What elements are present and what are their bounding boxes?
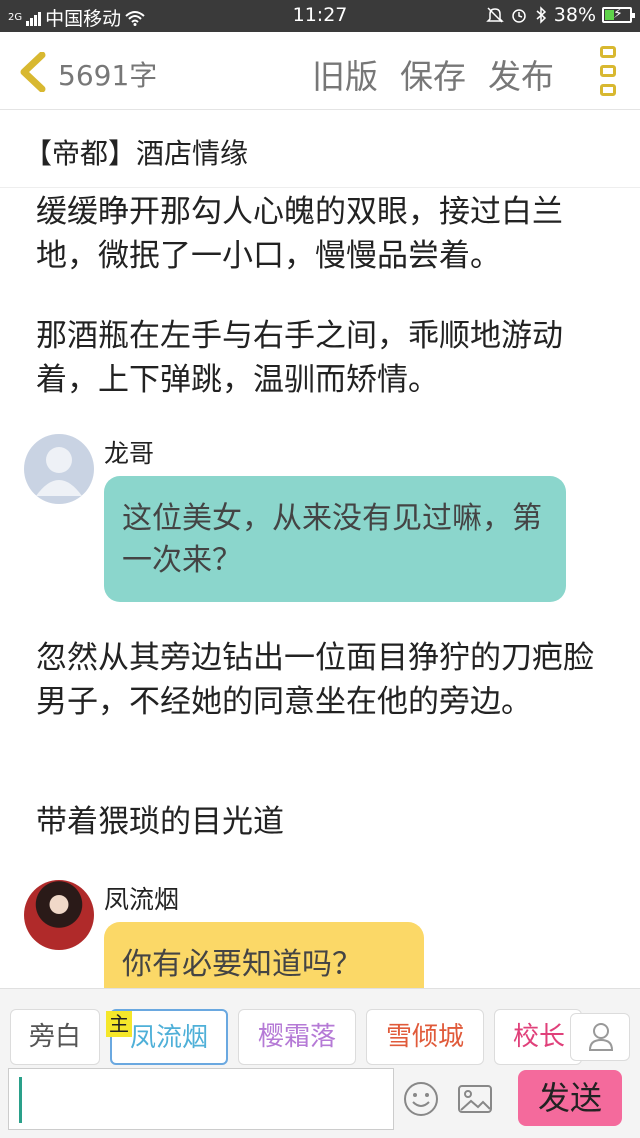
character-label: 雪倾城 [385,1022,464,1052]
back-chevron-icon[interactable] [16,52,48,92]
character-label: 校长 [513,1022,566,1052]
main-character-tag: 主 [106,1011,132,1037]
emoji-icon[interactable] [402,1080,440,1118]
paragraph-2: 那酒瓶在左手与右手之间，乖顺地游动着，上下弹跳，温驯而矫情。 [36,318,563,398]
character-label: 凤流烟 [129,1023,208,1053]
dialogue-bubble[interactable]: 这位美女，从来没有见过嘛，第一次来？ [104,476,566,602]
old-version-button[interactable]: 旧版 [312,50,378,98]
avatar-fengliuyan[interactable] [24,880,94,950]
message-input[interactable] [8,1068,394,1130]
bluetooth-icon [536,6,546,24]
character-manage-button[interactable] [570,1013,630,1061]
paragraph-1: 缓缓睁开那勾人心魄的双眼，接过白兰地，微抿了一小口，慢慢品尝着。 [36,194,563,274]
speaker-name: 龙哥 [104,439,155,468]
paragraph-3: 忽然从其旁边钻出一位面目狰狞的刀疤脸男子，不经她的同意坐在他的旁边。 [36,640,594,720]
battery-percent: 38% [553,4,596,26]
publish-button[interactable]: 发布 [488,50,554,98]
character-selector: 旁白 凤流烟 主 樱霜落 雪倾城 校长 [0,988,640,1068]
user-icon [588,1023,614,1051]
character-chip[interactable]: 校长 [494,1009,582,1065]
text-caret [19,1077,22,1123]
character-label: 樱霜落 [257,1022,336,1052]
character-chip[interactable]: 雪倾城 [366,1009,484,1065]
save-button[interactable]: 保存 [400,50,466,98]
avatar-longge[interactable] [24,434,94,504]
mute-icon [485,7,504,23]
alarm-icon [512,9,526,23]
word-count: 5691字 [58,59,158,92]
character-chip[interactable]: 樱霜落 [238,1009,356,1065]
story-content[interactable]: 缓缓睁开那勾人心魄的双眼，接过白兰地，微抿了一小口，慢慢品尝着。 那酒瓶在左手与… [0,188,640,988]
character-chip[interactable]: 旁白 [10,1009,100,1065]
send-button[interactable]: 发送 [518,1070,622,1126]
paragraph-4: 带着猥琐的目光道 [36,804,284,840]
dialogue-bubble[interactable]: 你有必要知道吗？ [104,922,424,988]
more-menu-icon[interactable] [600,46,618,96]
character-label: 旁白 [28,1022,81,1052]
battery-icon: ⚡ [602,6,635,23]
clock: 11:27 [292,4,348,26]
story-title: 【帝都】酒店情缘 [24,137,249,170]
story-title-bar[interactable]: 【帝都】酒店情缘 [0,110,640,188]
status-bar: 2G 中国移动 11:27 38% ⚡ [0,0,640,32]
default-avatar-icon [36,447,82,496]
editor-header: 5691字 旧版 保存 发布 [0,32,640,110]
composer: 发送 [0,1068,640,1138]
image-icon[interactable] [456,1080,494,1118]
speaker-name: 凤流烟 [104,885,180,914]
